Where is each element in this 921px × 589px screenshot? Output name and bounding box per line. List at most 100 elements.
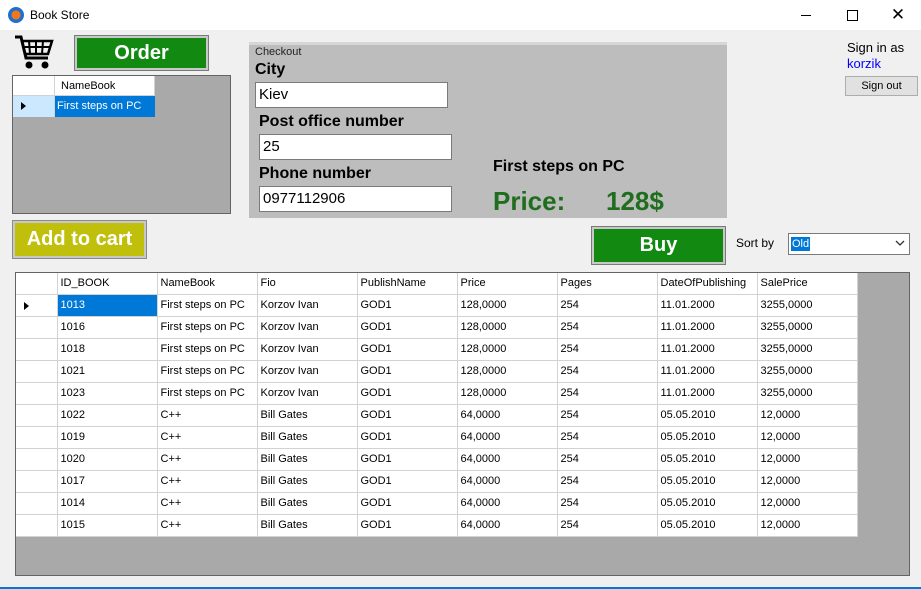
row-header[interactable] (16, 426, 58, 449)
table-cell[interactable]: Korzov Ivan (257, 316, 358, 339)
cart-item-cell[interactable]: First steps on PC (55, 96, 155, 117)
table-cell[interactable]: 11.01.2000 (657, 316, 758, 339)
close-button[interactable]: ✕ (875, 0, 921, 30)
table-cell[interactable]: 254 (557, 470, 658, 493)
table-cell[interactable]: 64,0000 (457, 426, 558, 449)
table-cell[interactable]: Bill Gates (257, 404, 358, 427)
table-cell[interactable]: 3255,0000 (757, 382, 858, 405)
table-cell[interactable]: 64,0000 (457, 448, 558, 471)
table-row[interactable]: 1013 First steps on PC Korzov Ivan GOD1 128,… (16, 294, 858, 317)
table-row[interactable]: 1017 C++ Bill Gates GOD1 64,0000 254 05.05.201… (16, 470, 858, 493)
table-cell[interactable]: 254 (557, 514, 658, 537)
table-cell[interactable]: GOD1 (357, 294, 458, 317)
table-row[interactable]: 1020 C++ Bill Gates GOD1 64,0000 254 05.05.201… (16, 448, 858, 471)
table-row[interactable]: 1015 C++ Bill Gates GOD1 64,0000 254 05.05.201… (16, 514, 858, 537)
table-row[interactable]: 1022 C++ Bill Gates GOD1 64,0000 254 05.05.201… (16, 404, 858, 427)
table-row[interactable]: 1021 First steps on PC Korzov Ivan GOD1 128,… (16, 360, 858, 383)
column-header[interactable]: SalePrice (757, 273, 858, 295)
table-cell[interactable]: 3255,0000 (757, 316, 858, 339)
row-header[interactable] (16, 338, 58, 361)
table-cell[interactable]: 1022 (57, 404, 158, 427)
minimize-button[interactable] (783, 0, 829, 30)
table-cell[interactable]: 1020 (57, 448, 158, 471)
post-office-field[interactable]: 25 (259, 134, 452, 160)
table-cell[interactable]: 3255,0000 (757, 360, 858, 383)
table-cell[interactable]: 12,0000 (757, 426, 858, 449)
add-to-cart-button[interactable]: Add to cart (12, 220, 147, 259)
sort-select[interactable]: Old (788, 233, 910, 255)
table-cell[interactable]: 11.01.2000 (657, 294, 758, 317)
table-cell[interactable]: Bill Gates (257, 470, 358, 493)
table-cell[interactable]: 1018 (57, 338, 158, 361)
table-row[interactable]: 1023 First steps on PC Korzov Ivan GOD1 128,… (16, 382, 858, 405)
table-cell[interactable]: GOD1 (357, 338, 458, 361)
table-cell[interactable]: 1013 (57, 294, 158, 317)
table-cell[interactable]: 05.05.2010 (657, 514, 758, 537)
table-cell[interactable]: C++ (157, 426, 258, 449)
table-cell[interactable]: First steps on PC (157, 338, 258, 361)
table-cell[interactable]: 05.05.2010 (657, 404, 758, 427)
table-cell[interactable]: 128,0000 (457, 316, 558, 339)
table-cell[interactable]: 128,0000 (457, 360, 558, 383)
table-cell[interactable]: 128,0000 (457, 382, 558, 405)
row-header[interactable] (16, 514, 58, 537)
table-cell[interactable]: 254 (557, 448, 658, 471)
column-header[interactable]: Fio (257, 273, 358, 295)
table-cell[interactable]: 05.05.2010 (657, 426, 758, 449)
table-cell[interactable]: First steps on PC (157, 294, 258, 317)
table-cell[interactable]: Bill Gates (257, 492, 358, 515)
table-cell[interactable]: First steps on PC (157, 382, 258, 405)
table-cell[interactable]: 254 (557, 426, 658, 449)
table-cell[interactable]: C++ (157, 514, 258, 537)
table-cell[interactable]: Bill Gates (257, 448, 358, 471)
column-header[interactable]: Pages (557, 273, 658, 295)
table-cell[interactable]: C++ (157, 448, 258, 471)
table-cell[interactable]: 64,0000 (457, 492, 558, 515)
table-cell[interactable]: Korzov Ivan (257, 338, 358, 361)
table-cell[interactable]: 11.01.2000 (657, 382, 758, 405)
table-cell[interactable]: 1015 (57, 514, 158, 537)
table-cell[interactable]: 05.05.2010 (657, 470, 758, 493)
row-header[interactable] (16, 470, 58, 493)
table-cell[interactable]: 254 (557, 338, 658, 361)
column-header[interactable]: Price (457, 273, 558, 295)
table-cell[interactable]: 254 (557, 404, 658, 427)
table-cell[interactable]: 1021 (57, 360, 158, 383)
row-header[interactable] (16, 492, 58, 515)
table-cell[interactable]: GOD1 (357, 448, 458, 471)
row-header[interactable] (16, 382, 58, 405)
row-header[interactable] (16, 294, 58, 317)
table-cell[interactable]: GOD1 (357, 316, 458, 339)
table-cell[interactable]: 254 (557, 360, 658, 383)
table-cell[interactable]: First steps on PC (157, 360, 258, 383)
table-cell[interactable]: 1019 (57, 426, 158, 449)
column-header[interactable]: NameBook (157, 273, 258, 295)
table-cell[interactable]: 128,0000 (457, 338, 558, 361)
table-cell[interactable]: 128,0000 (457, 294, 558, 317)
chevron-down-icon[interactable] (895, 237, 905, 252)
table-cell[interactable]: 254 (557, 294, 658, 317)
table-cell[interactable]: 12,0000 (757, 448, 858, 471)
table-cell[interactable]: First steps on PC (157, 316, 258, 339)
buy-button[interactable]: Buy (591, 226, 726, 265)
table-cell[interactable]: 64,0000 (457, 404, 558, 427)
cart-column-header[interactable]: NameBook (55, 76, 155, 96)
table-cell[interactable]: GOD1 (357, 404, 458, 427)
maximize-button[interactable] (829, 0, 875, 30)
table-cell[interactable]: 254 (557, 316, 658, 339)
row-header[interactable] (16, 316, 58, 339)
cart-grid[interactable]: NameBook First steps on PC (12, 75, 231, 214)
table-cell[interactable]: GOD1 (357, 492, 458, 515)
table-cell[interactable]: 3255,0000 (757, 294, 858, 317)
table-cell[interactable]: 05.05.2010 (657, 448, 758, 471)
books-grid[interactable]: ID_BOOK NameBook Fio PublishName Price P… (15, 272, 910, 576)
table-cell[interactable]: 12,0000 (757, 514, 858, 537)
table-cell[interactable]: C++ (157, 404, 258, 427)
table-cell[interactable]: C++ (157, 470, 258, 493)
column-header[interactable]: DateOfPublishing (657, 273, 758, 295)
row-header[interactable] (16, 404, 58, 427)
table-cell[interactable]: 11.01.2000 (657, 360, 758, 383)
table-cell[interactable]: 12,0000 (757, 470, 858, 493)
row-header[interactable] (16, 360, 58, 383)
table-cell[interactable]: C++ (157, 492, 258, 515)
